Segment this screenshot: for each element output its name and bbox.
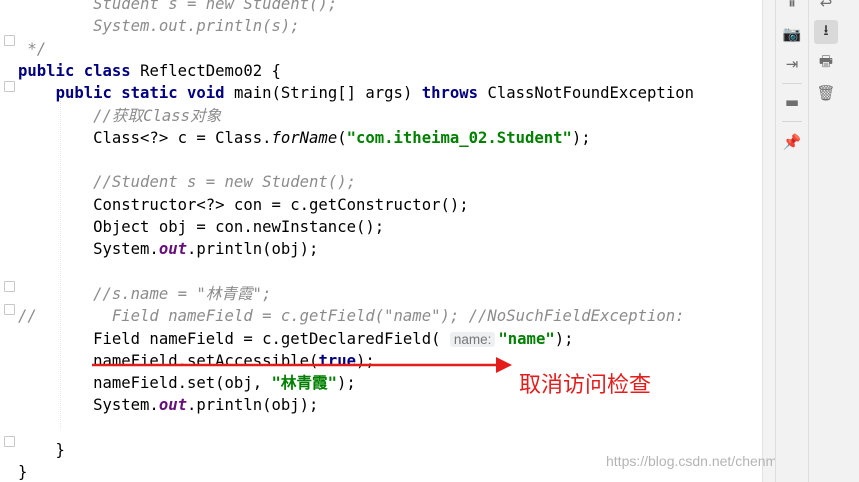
vertical-scrollbar[interactable] [762, 0, 775, 482]
layout-icon[interactable]: ▬ [780, 90, 804, 114]
pause-icon[interactable]: ⏸ [780, 0, 804, 15]
scroll-to-end-icon[interactable]: ⭳ [814, 20, 838, 44]
code-editor[interactable]: Student s = new Student(); System.out.pr… [0, 0, 775, 482]
toolbar-divider [782, 83, 802, 84]
annotation-label: 取消访问检查 [519, 373, 652, 398]
trash-icon[interactable]: 🗑 [814, 81, 838, 105]
pin-icon[interactable]: 📌 [780, 130, 804, 154]
console-toolbar-left: ⏸ 📷 ⇥ ▬ 📌 [775, 0, 809, 482]
print-icon[interactable]: 🖶 [814, 51, 838, 75]
camera-icon[interactable]: 📷 [780, 22, 804, 46]
console-toolbar-right: ↩ ⭳ 🖶 🗑 [808, 0, 859, 482]
red-arrow [92, 357, 512, 373]
toolbar-divider [782, 121, 802, 122]
login-icon[interactable]: ⇥ [780, 52, 804, 76]
soft-wrap-icon[interactable]: ↩ [814, 0, 838, 15]
